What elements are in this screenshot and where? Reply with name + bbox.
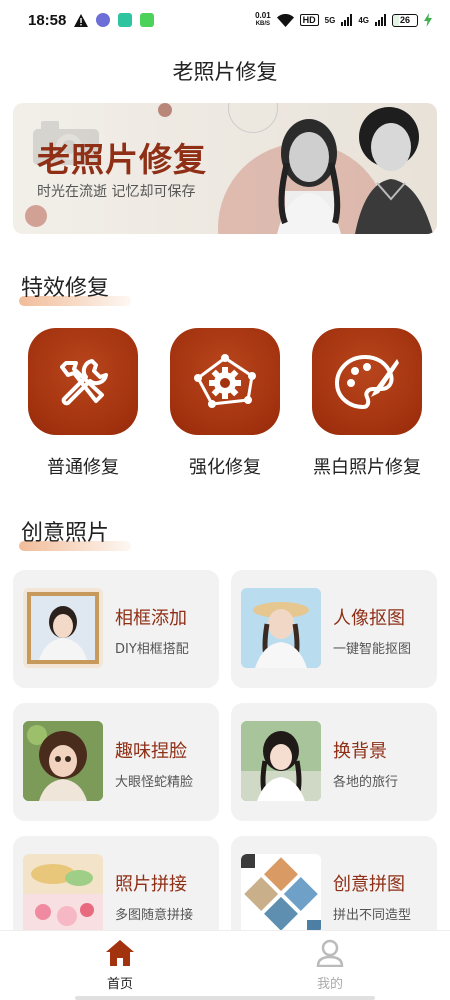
banner-portrait-photos [277, 107, 433, 234]
shield-notification-icon [118, 13, 133, 27]
card-thumbnail [23, 721, 103, 801]
effect-normal-repair[interactable]: 普通修复 [13, 328, 153, 479]
card-title: 相框添加 [115, 608, 187, 629]
card-thumbnail [241, 721, 321, 801]
banner-decoration [25, 205, 47, 227]
charging-icon [424, 13, 432, 27]
card-thumbnail [241, 588, 321, 668]
signal-bars-2-icon [375, 14, 386, 26]
wifi-icon [276, 13, 294, 27]
bottom-tab-bar: 首页 我的 [0, 930, 450, 1000]
signal-bars-1-icon [341, 14, 353, 26]
card-subtitle: 多图随意拼接 [115, 908, 194, 923]
effect-label: 黑白照片修复 [313, 457, 421, 478]
card-portrait-cutout[interactable]: 人像抠图 一键智能抠图 [231, 570, 437, 688]
status-bar: 18:58 0.01 KB/S HD 5G 4G 26 [0, 0, 450, 40]
card-thumbnail [23, 854, 103, 934]
promo-banner[interactable]: 老照片修复 时光在流逝 记忆却可保存 [13, 103, 437, 234]
card-title: 人像抠图 [333, 608, 405, 629]
tab-label: 我的 [316, 977, 343, 992]
banner-subtitle: 时光在流逝 记忆却可保存 [37, 184, 196, 200]
card-subtitle: 拼出不同造型 [333, 908, 412, 923]
card-title: 创意拼图 [333, 874, 405, 895]
card-subtitle: 一键智能抠图 [333, 642, 412, 657]
status-time: 18:58 [28, 11, 67, 29]
effect-tile[interactable] [312, 328, 422, 435]
banner-decoration [158, 103, 172, 117]
gear-network-icon [194, 353, 256, 408]
effect-label: 强化修复 [189, 457, 261, 478]
card-fun-face[interactable]: 趣味捏脸 大眼怪蛇精脸 [13, 703, 219, 821]
effect-enhanced-repair[interactable]: 强化修复 [155, 328, 295, 479]
effect-bw-photo-repair[interactable]: 黑白照片修复 [297, 328, 437, 479]
tab-mine[interactable]: 我的 [270, 939, 390, 992]
home-indicator [75, 996, 375, 1000]
effects-section-heading: 特效修复 [19, 270, 131, 306]
battery-indicator: 26 [392, 13, 418, 27]
card-thumbnail [241, 854, 321, 934]
effect-label: 普通修复 [47, 457, 119, 478]
palette-icon [335, 354, 399, 409]
warning-icon [74, 13, 89, 27]
signal-label-2: 4G [358, 15, 369, 25]
card-thumbnail [23, 588, 103, 668]
home-icon [106, 940, 134, 966]
user-icon [316, 939, 344, 968]
effect-tile[interactable] [28, 328, 138, 435]
tools-icon [60, 358, 108, 405]
network-speed: 0.01 KB/S [255, 11, 271, 28]
card-subtitle: 各地的旅行 [333, 775, 399, 790]
card-title: 照片拼接 [115, 874, 187, 895]
tab-label: 首页 [106, 977, 133, 992]
page-title: 老照片修复 [172, 60, 278, 84]
card-title: 趣味捏脸 [115, 741, 187, 762]
card-subtitle: 大眼怪蛇精脸 [115, 775, 194, 790]
app-notification-icon [96, 13, 111, 27]
hd-badge: HD [299, 14, 319, 26]
card-frame-add[interactable]: 相框添加 DIY相框搭配 [13, 570, 219, 688]
creative-section-heading: 创意照片 [19, 515, 131, 551]
message-notification-icon [140, 13, 155, 27]
card-title: 换背景 [333, 741, 387, 762]
tab-home[interactable]: 首页 [60, 939, 180, 992]
banner-title: 老照片修复 [37, 140, 207, 179]
card-change-background[interactable]: 换背景 各地的旅行 [231, 703, 437, 821]
card-subtitle: DIY相框搭配 [115, 642, 189, 657]
signal-label-1: 5G [324, 15, 336, 25]
effect-tile[interactable] [170, 328, 280, 435]
